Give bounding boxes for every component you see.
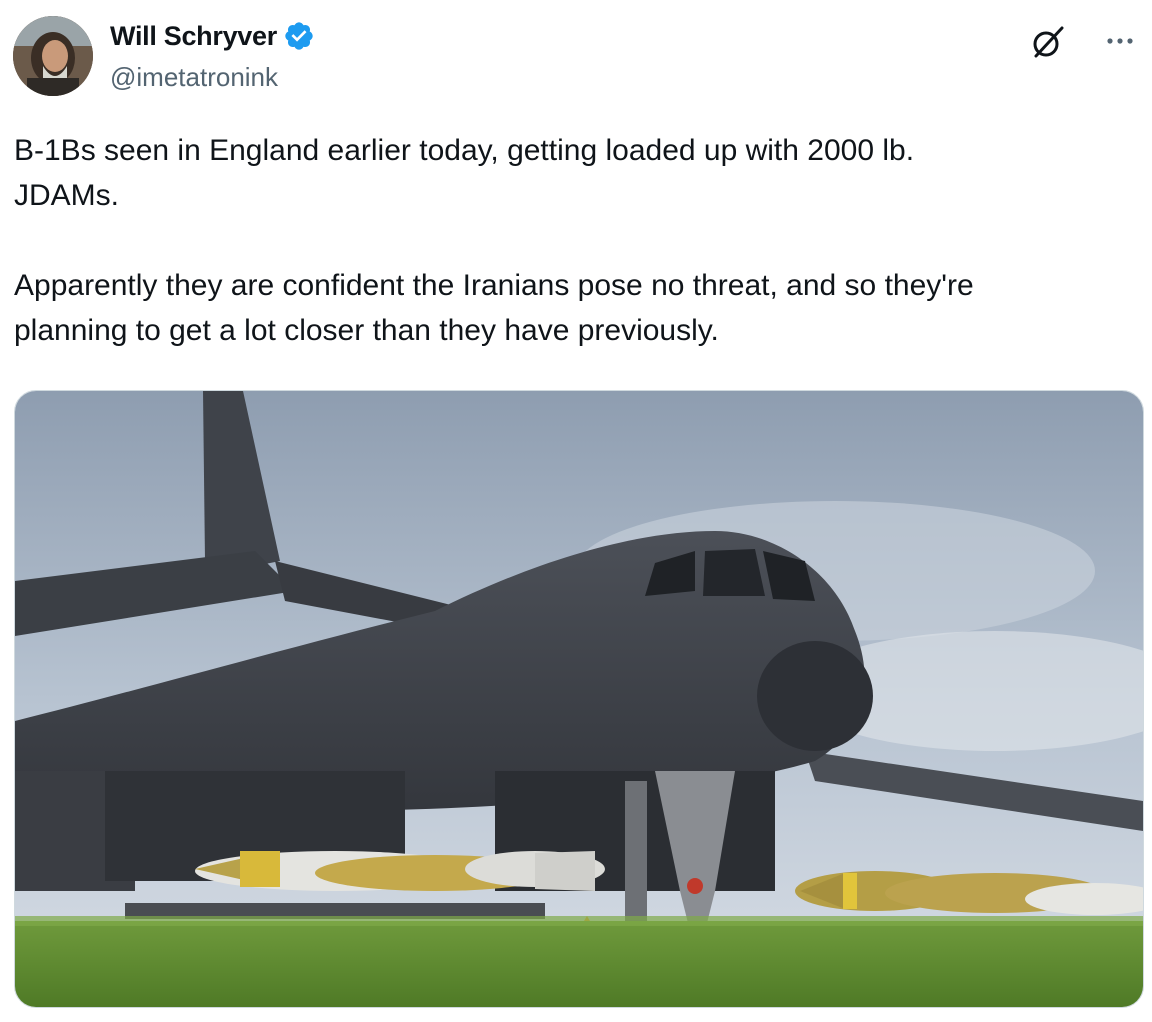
author-handle[interactable]: @imetatronink — [110, 62, 278, 93]
tweet-media-photo[interactable] — [14, 390, 1144, 1008]
profile-photo-icon — [13, 16, 93, 96]
grok-icon[interactable] — [1028, 22, 1068, 62]
tweet-text: B-1Bs seen in England earlier today, get… — [14, 134, 974, 347]
author-display-name[interactable]: Will Schryver — [110, 21, 277, 52]
verified-badge-icon — [283, 20, 315, 52]
more-options-icon[interactable] — [1100, 26, 1140, 56]
bomber-photo — [15, 391, 1143, 1007]
author-name-row[interactable]: Will Schryver — [110, 20, 315, 52]
avatar[interactable] — [13, 16, 93, 96]
